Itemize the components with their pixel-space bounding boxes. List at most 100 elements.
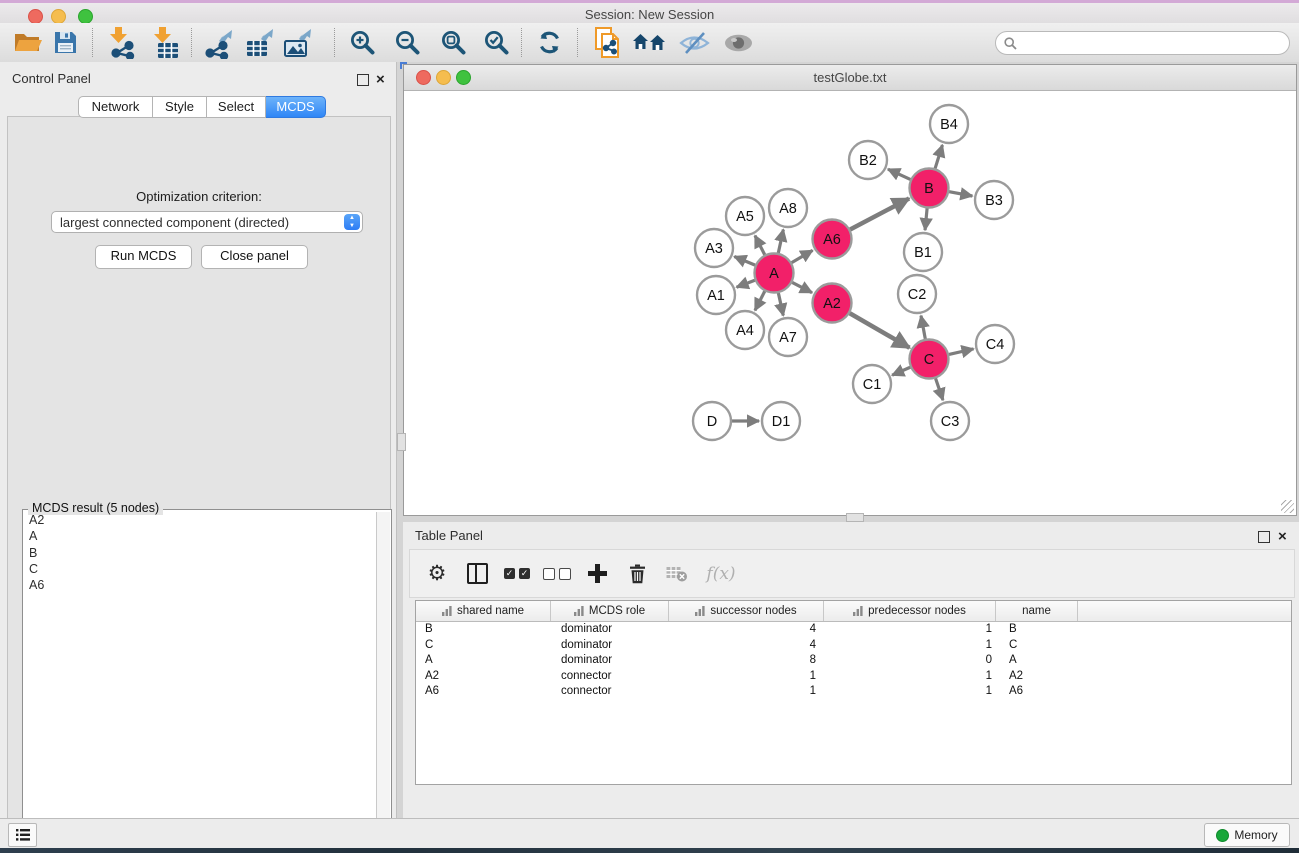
select-all-button[interactable]: ✓✓ — [504, 561, 530, 587]
refresh-button[interactable] — [530, 25, 568, 60]
column-header-mcds-role[interactable]: MCDS role — [551, 601, 669, 621]
node-D[interactable]: D — [693, 402, 731, 440]
node-A1[interactable]: A1 — [697, 276, 735, 314]
node-B[interactable]: B — [910, 169, 949, 208]
svg-text:A3: A3 — [705, 241, 723, 257]
export-table-button[interactable] — [241, 25, 279, 60]
delete-table-button[interactable] — [664, 561, 690, 587]
node-C[interactable]: C — [910, 340, 949, 379]
add-column-button[interactable] — [584, 561, 610, 587]
node-A5[interactable]: A5 — [726, 197, 764, 235]
svg-text:A6: A6 — [823, 232, 841, 248]
column-edit-icon — [695, 606, 705, 616]
splitter-handle[interactable] — [846, 513, 864, 522]
node-table-header: shared name MCDS role successor nodes pr… — [416, 601, 1291, 622]
task-history-button[interactable] — [8, 823, 37, 847]
delete-button[interactable] — [624, 561, 650, 587]
show-eye-icon — [722, 32, 755, 54]
node-B4[interactable]: B4 — [930, 105, 968, 143]
node-A8[interactable]: A8 — [769, 189, 807, 227]
node-A3[interactable]: A3 — [695, 229, 733, 267]
open-file-button[interactable] — [9, 25, 47, 60]
svg-text:A8: A8 — [779, 201, 797, 217]
zoom-fit-button[interactable] — [434, 25, 472, 60]
function-icon: f(x) — [706, 564, 735, 584]
deselect-all-button[interactable] — [544, 561, 570, 587]
node-A4[interactable]: A4 — [726, 311, 764, 349]
svg-text:A4: A4 — [736, 323, 754, 339]
export-image-button[interactable] — [279, 25, 317, 60]
column-header-shared-name[interactable]: shared name — [416, 601, 551, 621]
result-item: A — [24, 528, 376, 544]
node-B3[interactable]: B3 — [975, 181, 1013, 219]
edge-C-C3 — [936, 378, 943, 400]
tab-mcds[interactable]: MCDS — [266, 96, 326, 118]
save-session-button[interactable] — [46, 25, 84, 60]
column-edit-icon — [853, 606, 863, 616]
toolbar-separator — [92, 28, 93, 57]
gear-button[interactable]: ⚙ — [424, 561, 450, 587]
run-mcds-button[interactable]: Run MCDS — [95, 245, 192, 269]
resize-grip[interactable] — [1281, 500, 1294, 513]
column-header-successor-nodes[interactable]: successor nodes — [669, 601, 824, 621]
search-input[interactable] — [1021, 35, 1289, 51]
column-header-predecessor-nodes[interactable]: predecessor nodes — [824, 601, 996, 621]
node-A[interactable]: A — [755, 254, 794, 293]
node-B2[interactable]: B2 — [849, 141, 887, 179]
mcds-result-box: A2ABCA6 — [22, 509, 392, 853]
show-eye-button[interactable] — [719, 25, 757, 60]
tab-select[interactable]: Select — [207, 96, 266, 118]
app-titlebar: Session: New Session — [0, 3, 1299, 23]
node-A6[interactable]: A6 — [813, 220, 852, 259]
svg-text:D1: D1 — [772, 414, 791, 430]
close-panel-icon[interactable]: × — [376, 74, 385, 86]
svg-text:C4: C4 — [986, 337, 1005, 353]
function-builder-button[interactable]: f(x) — [704, 561, 738, 587]
table-row[interactable]: Cdominator41C — [416, 638, 1291, 654]
node-C4[interactable]: C4 — [976, 325, 1014, 363]
toolbar-separator — [334, 28, 335, 57]
result-scrollbar[interactable] — [376, 512, 390, 853]
node-table-body: Bdominator41BCdominator41CAdominator80AA… — [416, 622, 1291, 700]
home-network-button[interactable] — [630, 25, 668, 60]
table-row[interactable]: Bdominator41B — [416, 622, 1291, 638]
tab-network[interactable]: Network — [78, 96, 153, 118]
tab-style[interactable]: Style — [153, 96, 207, 118]
mcds-result-list[interactable]: A2ABCA6 — [24, 512, 376, 853]
memory-button[interactable]: Memory — [1204, 823, 1290, 847]
node-C3[interactable]: C3 — [931, 402, 969, 440]
table-row[interactable]: A2connector11A2 — [416, 669, 1291, 685]
columns-button[interactable] — [464, 561, 490, 587]
table-row[interactable]: Adominator80A — [416, 653, 1291, 669]
result-item: B — [24, 545, 376, 561]
hide-eye-button[interactable] — [675, 25, 713, 60]
float-panel-icon[interactable] — [1258, 531, 1270, 543]
node-A2[interactable]: A2 — [813, 284, 852, 323]
network-file-button[interactable] — [590, 25, 628, 60]
network-canvas[interactable]: B4 B2 B B3 A5 A8 A6 B1 A3 A C2 A1 A2 A4 A7 C4 C C1 C3 D D1 — [405, 91, 1295, 515]
network-window-titlebar[interactable]: testGlobe.txt — [404, 65, 1296, 91]
zoom-out-icon — [394, 29, 421, 56]
import-table-button[interactable] — [146, 25, 184, 60]
network-window: testGlobe.txt B4 B2 B B3 A5 A8 A6 B1 A3 A C2 A1 A2 A4… — [403, 64, 1297, 516]
zoom-selected-button[interactable] — [477, 25, 515, 60]
node-D1[interactable]: D1 — [762, 402, 800, 440]
close-panel-button[interactable]: Close panel — [201, 245, 308, 269]
node-A7[interactable]: A7 — [769, 318, 807, 356]
criterion-dropdown[interactable]: largest connected component (directed) ▲… — [51, 211, 363, 233]
node-C2[interactable]: C2 — [898, 275, 936, 313]
splitter-handle[interactable] — [397, 433, 406, 451]
close-panel-icon[interactable]: × — [1278, 531, 1287, 543]
column-header-name[interactable]: name — [996, 601, 1078, 621]
import-network-button[interactable] — [102, 25, 140, 60]
node-C1[interactable]: C1 — [853, 365, 891, 403]
search-icon — [1004, 37, 1017, 50]
svg-text:C: C — [924, 352, 934, 368]
float-panel-icon[interactable] — [357, 74, 369, 86]
table-row[interactable]: A6connector11A6 — [416, 684, 1291, 700]
node-B1[interactable]: B1 — [904, 233, 942, 271]
zoom-out-button[interactable] — [388, 25, 426, 60]
desktop-strip-bottom — [0, 848, 1299, 853]
export-network-button[interactable] — [201, 25, 239, 60]
zoom-in-button[interactable] — [343, 25, 381, 60]
